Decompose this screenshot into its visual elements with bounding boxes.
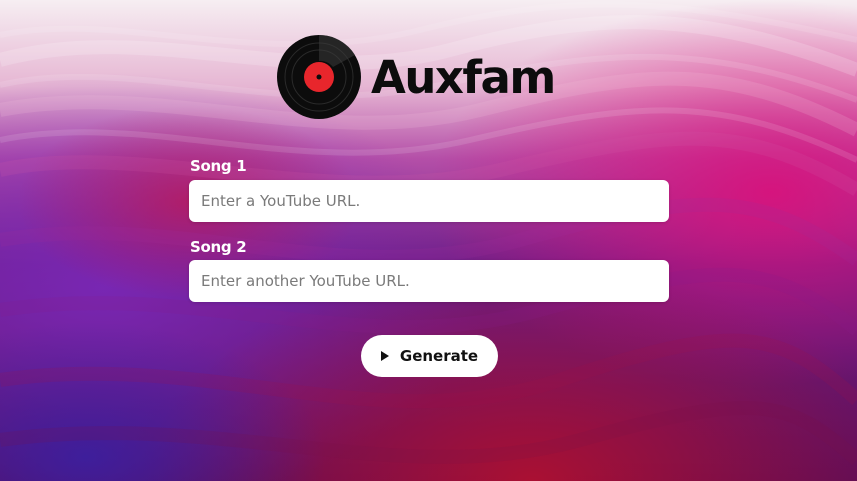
song1-url-input[interactable] xyxy=(189,180,669,222)
app-logo: Auxfam xyxy=(277,35,556,119)
brand-name: Auxfam xyxy=(371,50,556,104)
play-icon xyxy=(380,351,389,361)
song2-label: Song 2 xyxy=(190,238,247,256)
song2-url-input[interactable] xyxy=(189,260,669,302)
generate-button-label: Generate xyxy=(399,347,479,365)
vinyl-record-icon xyxy=(277,35,361,119)
app-screen: Auxfam Song 1 Song 2 Generate xyxy=(0,0,857,481)
song1-label: Song 1 xyxy=(190,157,247,175)
generate-button[interactable]: Generate xyxy=(361,335,498,377)
